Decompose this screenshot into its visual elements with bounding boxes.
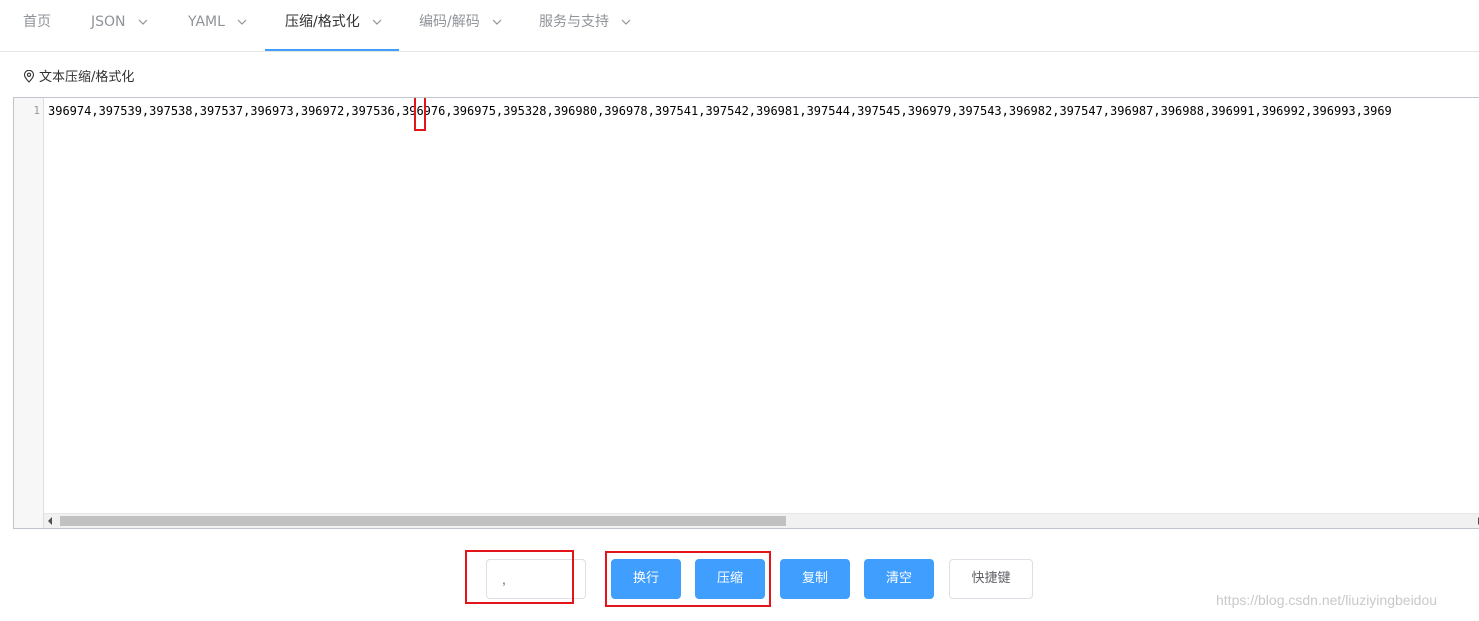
line-number: 1 bbox=[33, 104, 40, 117]
chevron-down-icon bbox=[492, 19, 502, 25]
nav-item-label: 编码/解码 bbox=[419, 14, 480, 30]
nav-item-label: 首页 bbox=[23, 14, 51, 30]
shortcuts-button[interactable]: 快捷键 bbox=[949, 559, 1033, 599]
editor-content[interactable]: 396974,397539,397538,397537,396973,39697… bbox=[48, 103, 1392, 119]
nav-item-compress-format[interactable]: 压缩/格式化 bbox=[285, 0, 382, 52]
nav-item-label: JSON bbox=[91, 14, 126, 30]
nav-item-home[interactable]: 首页 bbox=[23, 0, 51, 52]
nav-item-json[interactable]: JSON bbox=[91, 0, 148, 52]
nav-item-yaml[interactable]: YAML bbox=[188, 0, 247, 52]
copy-button[interactable]: 复制 bbox=[780, 559, 850, 599]
active-tab-indicator bbox=[265, 49, 399, 51]
location-icon bbox=[23, 69, 35, 83]
separator-input[interactable] bbox=[486, 559, 586, 599]
chevron-down-icon bbox=[138, 19, 148, 25]
nav-item-label: 服务与支持 bbox=[539, 14, 609, 30]
watermark: https://blog.csdn.net/liuziyingbeidou bbox=[1216, 592, 1438, 608]
breadcrumb: 文本压缩/格式化 bbox=[23, 66, 135, 85]
text-editor[interactable]: 1 396974,397539,397538,397537,396973,396… bbox=[13, 97, 1479, 529]
chevron-down-icon bbox=[237, 19, 247, 25]
compress-button[interactable]: 压缩 bbox=[695, 559, 765, 599]
wrap-button[interactable]: 换行 bbox=[611, 559, 681, 599]
nav-item-encode-decode[interactable]: 编码/解码 bbox=[419, 0, 502, 52]
nav-item-service-support[interactable]: 服务与支持 bbox=[539, 0, 631, 52]
nav-item-label: YAML bbox=[188, 14, 225, 30]
breadcrumb-label: 文本压缩/格式化 bbox=[39, 70, 135, 85]
scroll-left-arrow-icon[interactable] bbox=[48, 517, 52, 525]
scrollbar-thumb[interactable] bbox=[60, 516, 786, 526]
nav-item-label: 压缩/格式化 bbox=[285, 14, 360, 30]
line-gutter: 1 bbox=[14, 98, 44, 528]
chevron-down-icon bbox=[372, 19, 382, 25]
highlight-box-separator bbox=[414, 98, 426, 131]
clear-button[interactable]: 清空 bbox=[864, 559, 934, 599]
top-nav: 首页 JSON YAML 压缩/格式化 编码/解码 服务与支持 bbox=[0, 0, 1479, 52]
chevron-down-icon bbox=[622, 19, 631, 25]
horizontal-scrollbar[interactable] bbox=[44, 513, 1479, 528]
